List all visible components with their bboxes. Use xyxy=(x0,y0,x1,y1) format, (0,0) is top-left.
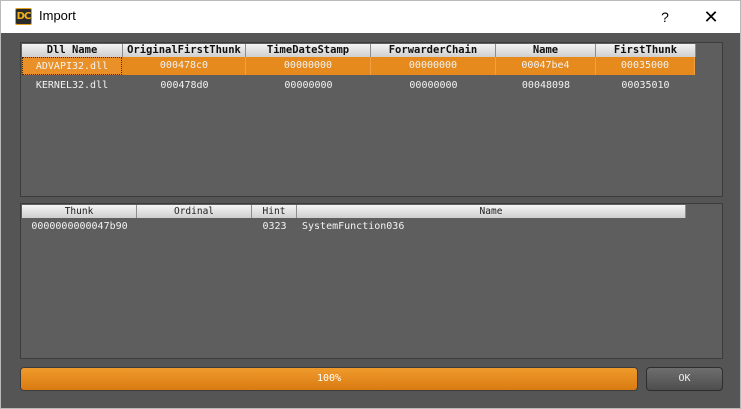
column-header-forwarder-chain[interactable]: ForwarderChain xyxy=(371,44,496,57)
column-header-ordinal[interactable]: Ordinal xyxy=(137,205,252,218)
cell-forwarder-chain: 00000000 xyxy=(371,57,496,75)
cell-name: 00047be4 xyxy=(496,57,596,75)
cell-func-name: SystemFunction036 xyxy=(302,221,405,232)
column-header-original-first-thunk[interactable]: OriginalFirstThunk xyxy=(123,44,246,57)
app-logo-icon: DC xyxy=(15,8,32,25)
column-header-first-thunk[interactable]: FirstThunk xyxy=(596,44,696,57)
cell-ordinal xyxy=(137,218,252,236)
column-header-name[interactable]: Name xyxy=(496,44,596,57)
cell-original-first-thunk: 000478d0 xyxy=(160,80,209,91)
dll-table[interactable]: Dll Name OriginalFirstThunk TimeDateStam… xyxy=(20,42,723,197)
window-title: Import xyxy=(39,8,76,23)
cell-time-date-stamp: 00000000 xyxy=(284,80,333,91)
cell-first-thunk: 00035010 xyxy=(621,80,670,91)
column-header-time-date-stamp[interactable]: TimeDateStamp xyxy=(246,44,371,57)
import-dialog: DC Import ? ✕ Dll Name OriginalFirstThun… xyxy=(0,0,741,409)
cell-thunk: 0000000000047b90 xyxy=(31,221,128,232)
cell-hint: 0323 xyxy=(262,221,287,232)
dialog-content: Dll Name OriginalFirstThunk TimeDateStam… xyxy=(1,33,740,408)
column-header-func-name[interactable]: Name xyxy=(297,205,686,218)
table-row[interactable]: KERNEL32.dll 000478d0 00000000 00000000 … xyxy=(22,77,695,95)
column-header-thunk[interactable]: Thunk xyxy=(22,205,137,218)
title-bar: DC Import ? ✕ xyxy=(1,1,740,33)
ok-button[interactable]: OK xyxy=(646,367,723,391)
cell-first-thunk: 00035000 xyxy=(596,57,695,75)
cell-forwarder-chain: 00000000 xyxy=(409,80,458,91)
progress-bar: 100% xyxy=(20,367,638,391)
progress-label: 100% xyxy=(316,373,342,384)
column-header-dll-name[interactable]: Dll Name xyxy=(22,44,123,57)
help-button[interactable]: ? xyxy=(643,1,687,33)
column-header-hint[interactable]: Hint xyxy=(252,205,297,218)
table-row[interactable]: 0000000000047b90 0323 SystemFunction036 xyxy=(22,218,695,236)
function-table[interactable]: Thunk Ordinal Hint Name 0000000000047b90… xyxy=(20,203,723,359)
cell-dll-name: KERNEL32.dll xyxy=(35,80,109,91)
cell-time-date-stamp: 00000000 xyxy=(246,57,371,75)
cell-dll-name: ADVAPI32.dll xyxy=(22,57,122,75)
cell-original-first-thunk: 000478c0 xyxy=(123,57,246,75)
table-row[interactable]: ADVAPI32.dll 000478c0 00000000 00000000 … xyxy=(22,57,695,75)
cell-name: 00048098 xyxy=(521,80,571,91)
close-button[interactable]: ✕ xyxy=(689,1,733,33)
